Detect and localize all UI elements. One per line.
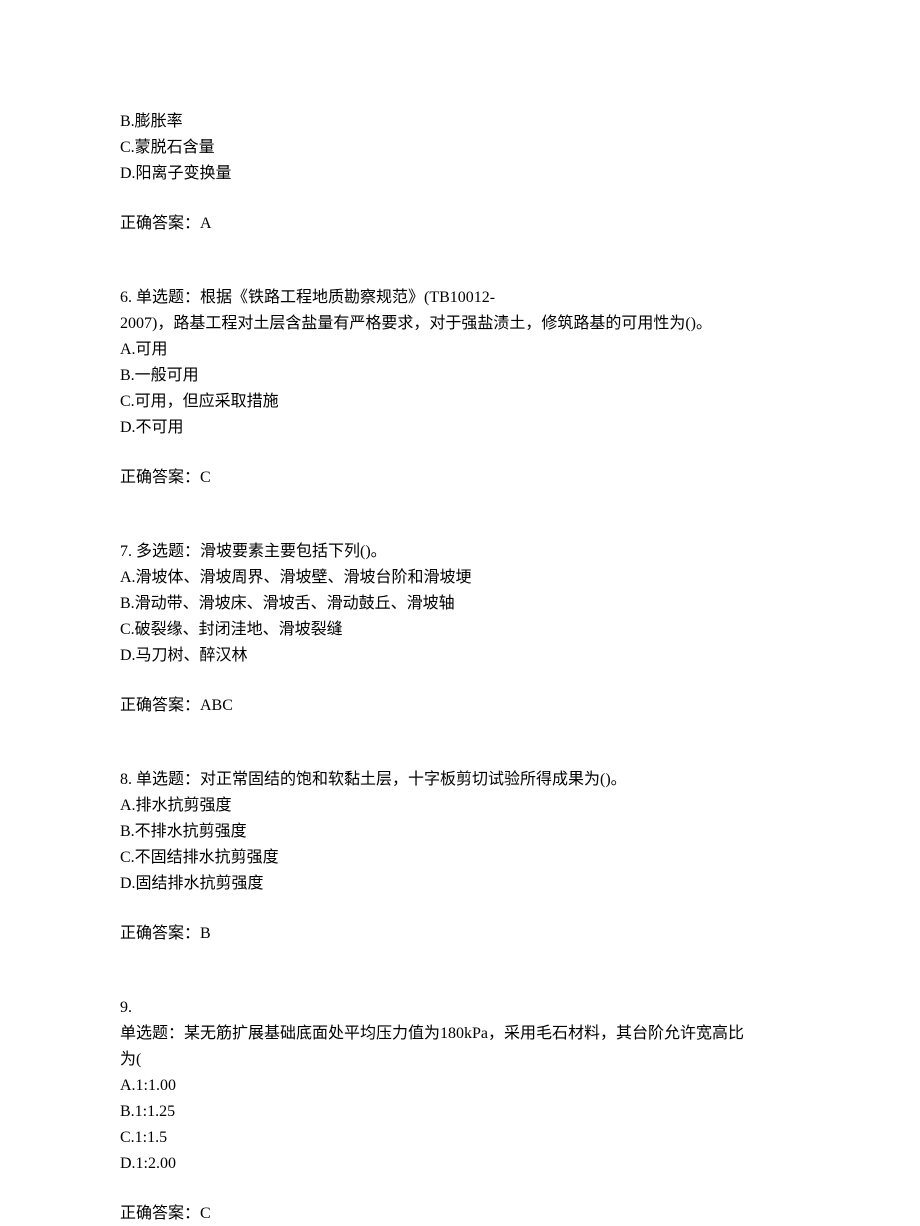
- question-8: 8. 单选题：对正常固结的饱和软黏土层，十字板剪切试验所得成果为()。 A.排水…: [120, 768, 800, 946]
- question-number: 7.: [120, 543, 132, 560]
- answer-text: 正确答案：C: [120, 1202, 800, 1226]
- question-stem-line1: 单选题：某无筋扩展基础底面处平均压力值为180kPa，采用毛石材料，其台阶允许宽…: [120, 1022, 800, 1046]
- question-stem-line1: 6. 单选题：根据《铁路工程地质勘察规范》(TB10012-: [120, 286, 800, 310]
- option-a: A.可用: [120, 338, 800, 362]
- question-type: 单选题：: [136, 289, 200, 306]
- option-c: C.破裂缘、封闭洼地、滑坡裂缝: [120, 618, 800, 642]
- option-d: D.阳离子变换量: [120, 162, 800, 186]
- option-d: D.固结排水抗剪强度: [120, 872, 800, 896]
- question-number: 8.: [120, 771, 132, 788]
- stem-text-1: 根据《铁路工程地质勘察规范》(TB10012-: [200, 289, 495, 306]
- option-d: D.1:2.00: [120, 1152, 800, 1176]
- option-c: C.可用，但应采取措施: [120, 390, 800, 414]
- option-a: A.滑坡体、滑坡周界、滑坡壁、滑坡台阶和滑坡埂: [120, 566, 800, 590]
- question-9: 9. 单选题：某无筋扩展基础底面处平均压力值为180kPa，采用毛石材料，其台阶…: [120, 996, 800, 1226]
- question-stem: 8. 单选题：对正常固结的饱和软黏土层，十字板剪切试验所得成果为()。: [120, 768, 800, 792]
- option-b: B.1:1.25: [120, 1100, 800, 1124]
- option-b: B.一般可用: [120, 364, 800, 388]
- stem-text-1: 某无筋扩展基础底面处平均压力值为180kPa，采用毛石材料，其台阶允许宽高比: [184, 1025, 744, 1042]
- stem-text: 滑坡要素主要包括下列()。: [200, 543, 387, 560]
- option-b: B.滑动带、滑坡床、滑坡舌、滑动鼓丘、滑坡轴: [120, 592, 800, 616]
- question-6: 6. 单选题：根据《铁路工程地质勘察规范》(TB10012- 2007)，路基工…: [120, 286, 800, 490]
- option-b: B.不排水抗剪强度: [120, 820, 800, 844]
- option-d: D.马刀树、醉汉林: [120, 644, 800, 668]
- question-stem-line2: 为(: [120, 1048, 800, 1072]
- option-a: A.1:1.00: [120, 1074, 800, 1098]
- answer-text: 正确答案：B: [120, 922, 800, 946]
- question-7: 7. 多选题：滑坡要素主要包括下列()。 A.滑坡体、滑坡周界、滑坡壁、滑坡台阶…: [120, 540, 800, 718]
- stem-text: 对正常固结的饱和软黏土层，十字板剪切试验所得成果为()。: [200, 771, 627, 788]
- option-d: D.不可用: [120, 416, 800, 440]
- option-a: A.排水抗剪强度: [120, 794, 800, 818]
- question-5-remainder: B.膨胀率 C.蒙脱石含量 D.阳离子变换量 正确答案：A: [120, 110, 800, 236]
- question-stem: 7. 多选题：滑坡要素主要包括下列()。: [120, 540, 800, 564]
- answer-text: 正确答案：C: [120, 466, 800, 490]
- answer-text: 正确答案：A: [120, 212, 800, 236]
- option-c: C.蒙脱石含量: [120, 136, 800, 160]
- question-type: 单选题：: [136, 771, 200, 788]
- answer-text: 正确答案：ABC: [120, 694, 800, 718]
- question-number: 6.: [120, 289, 132, 306]
- question-number-line: 9.: [120, 996, 800, 1020]
- option-c: C.1:1.5: [120, 1126, 800, 1150]
- question-stem-line2: 2007)，路基工程对土层含盐量有严格要求，对于强盐渍土，修筑路基的可用性为()…: [120, 312, 800, 336]
- option-c: C.不固结排水抗剪强度: [120, 846, 800, 870]
- question-type: 多选题：: [136, 543, 200, 560]
- option-b: B.膨胀率: [120, 110, 800, 134]
- question-type: 单选题：: [120, 1025, 184, 1042]
